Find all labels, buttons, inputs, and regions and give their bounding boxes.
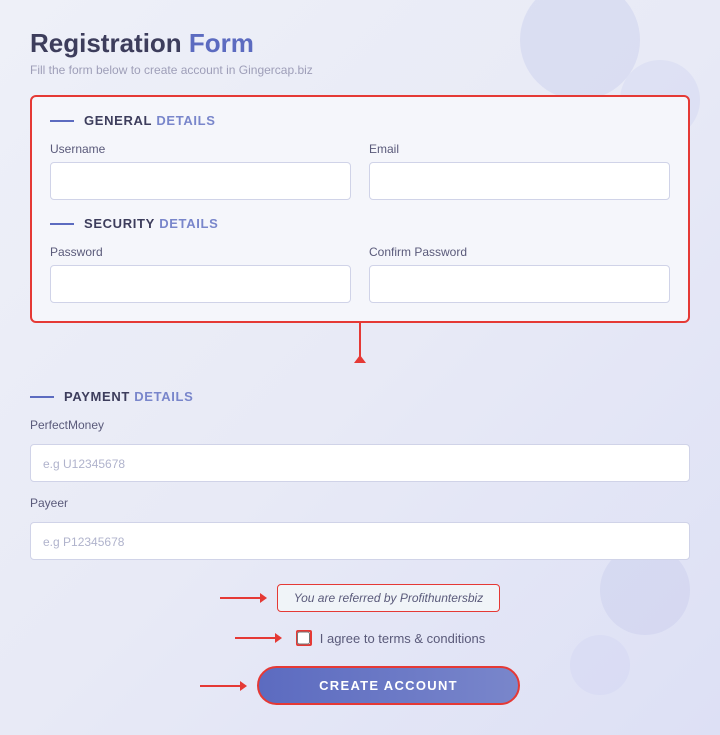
referral-arrow: [220, 593, 267, 603]
payment-section-header: PAYMENT DETAILS: [30, 389, 690, 404]
general-section-header: GENERAL DETAILS: [50, 113, 670, 128]
arrow-up-container: [30, 323, 690, 373]
perfect-money-group: PerfectMoney: [30, 418, 690, 496]
btn-arrow-head: [240, 681, 247, 691]
email-input[interactable]: [369, 162, 670, 200]
email-label: Email: [369, 142, 670, 156]
btn-arrow-line: [200, 685, 240, 687]
terms-arrow-head: [275, 633, 282, 643]
payeer-label: Payeer: [30, 496, 690, 510]
referral-text: You are referred by Profithuntersbiz: [294, 591, 483, 605]
terms-arrow-line: [235, 637, 275, 639]
page-subtitle: Fill the form below to create account in…: [30, 63, 690, 77]
security-section: SECURITY DETAILS Password Confirm Passwo…: [50, 216, 670, 303]
referral-container: You are referred by Profithuntersbiz: [30, 584, 690, 612]
payment-section-title: PAYMENT DETAILS: [64, 389, 193, 404]
page-container: Registration Form Fill the form below to…: [0, 0, 720, 735]
section-line-security: [50, 223, 74, 225]
payeer-group: Payeer: [30, 496, 690, 574]
email-group: Email: [369, 142, 670, 200]
page-title: Registration Form: [30, 28, 690, 59]
terms-checkbox[interactable]: [297, 631, 310, 645]
confirm-password-group: Confirm Password: [369, 245, 670, 303]
terms-label: I agree to terms & conditions: [320, 631, 485, 646]
perfect-money-label: PerfectMoney: [30, 418, 690, 432]
security-section-header: SECURITY DETAILS: [50, 216, 670, 231]
general-section-title: GENERAL DETAILS: [84, 113, 216, 128]
create-account-button[interactable]: CREATE ACCOUNT: [257, 666, 520, 705]
referral-arrow-line: [220, 597, 260, 599]
payment-section: PAYMENT DETAILS PerfectMoney Payeer: [30, 373, 690, 574]
btn-arrow: [200, 681, 247, 691]
arrow-up-line: [359, 323, 361, 363]
security-form-row: Password Confirm Password: [50, 245, 670, 303]
highlighted-form-section: GENERAL DETAILS Username Email SECURITY …: [30, 95, 690, 323]
terms-container: I agree to terms & conditions: [30, 630, 690, 646]
username-group: Username: [50, 142, 351, 200]
section-line-payment: [30, 396, 54, 398]
username-input[interactable]: [50, 162, 351, 200]
username-label: Username: [50, 142, 351, 156]
payeer-input[interactable]: [30, 522, 690, 560]
section-line-general: [50, 120, 74, 122]
general-form-row: Username Email: [50, 142, 670, 200]
password-input[interactable]: [50, 265, 351, 303]
perfect-money-input[interactable]: [30, 444, 690, 482]
terms-arrow: [235, 633, 282, 643]
confirm-password-input[interactable]: [369, 265, 670, 303]
referral-arrow-head: [260, 593, 267, 603]
password-label: Password: [50, 245, 351, 259]
referral-box: You are referred by Profithuntersbiz: [277, 584, 500, 612]
security-section-title: SECURITY DETAILS: [84, 216, 218, 231]
confirm-password-label: Confirm Password: [369, 245, 670, 259]
password-group: Password: [50, 245, 351, 303]
btn-container: CREATE ACCOUNT: [30, 666, 690, 705]
terms-checkbox-wrapper: [296, 630, 312, 646]
